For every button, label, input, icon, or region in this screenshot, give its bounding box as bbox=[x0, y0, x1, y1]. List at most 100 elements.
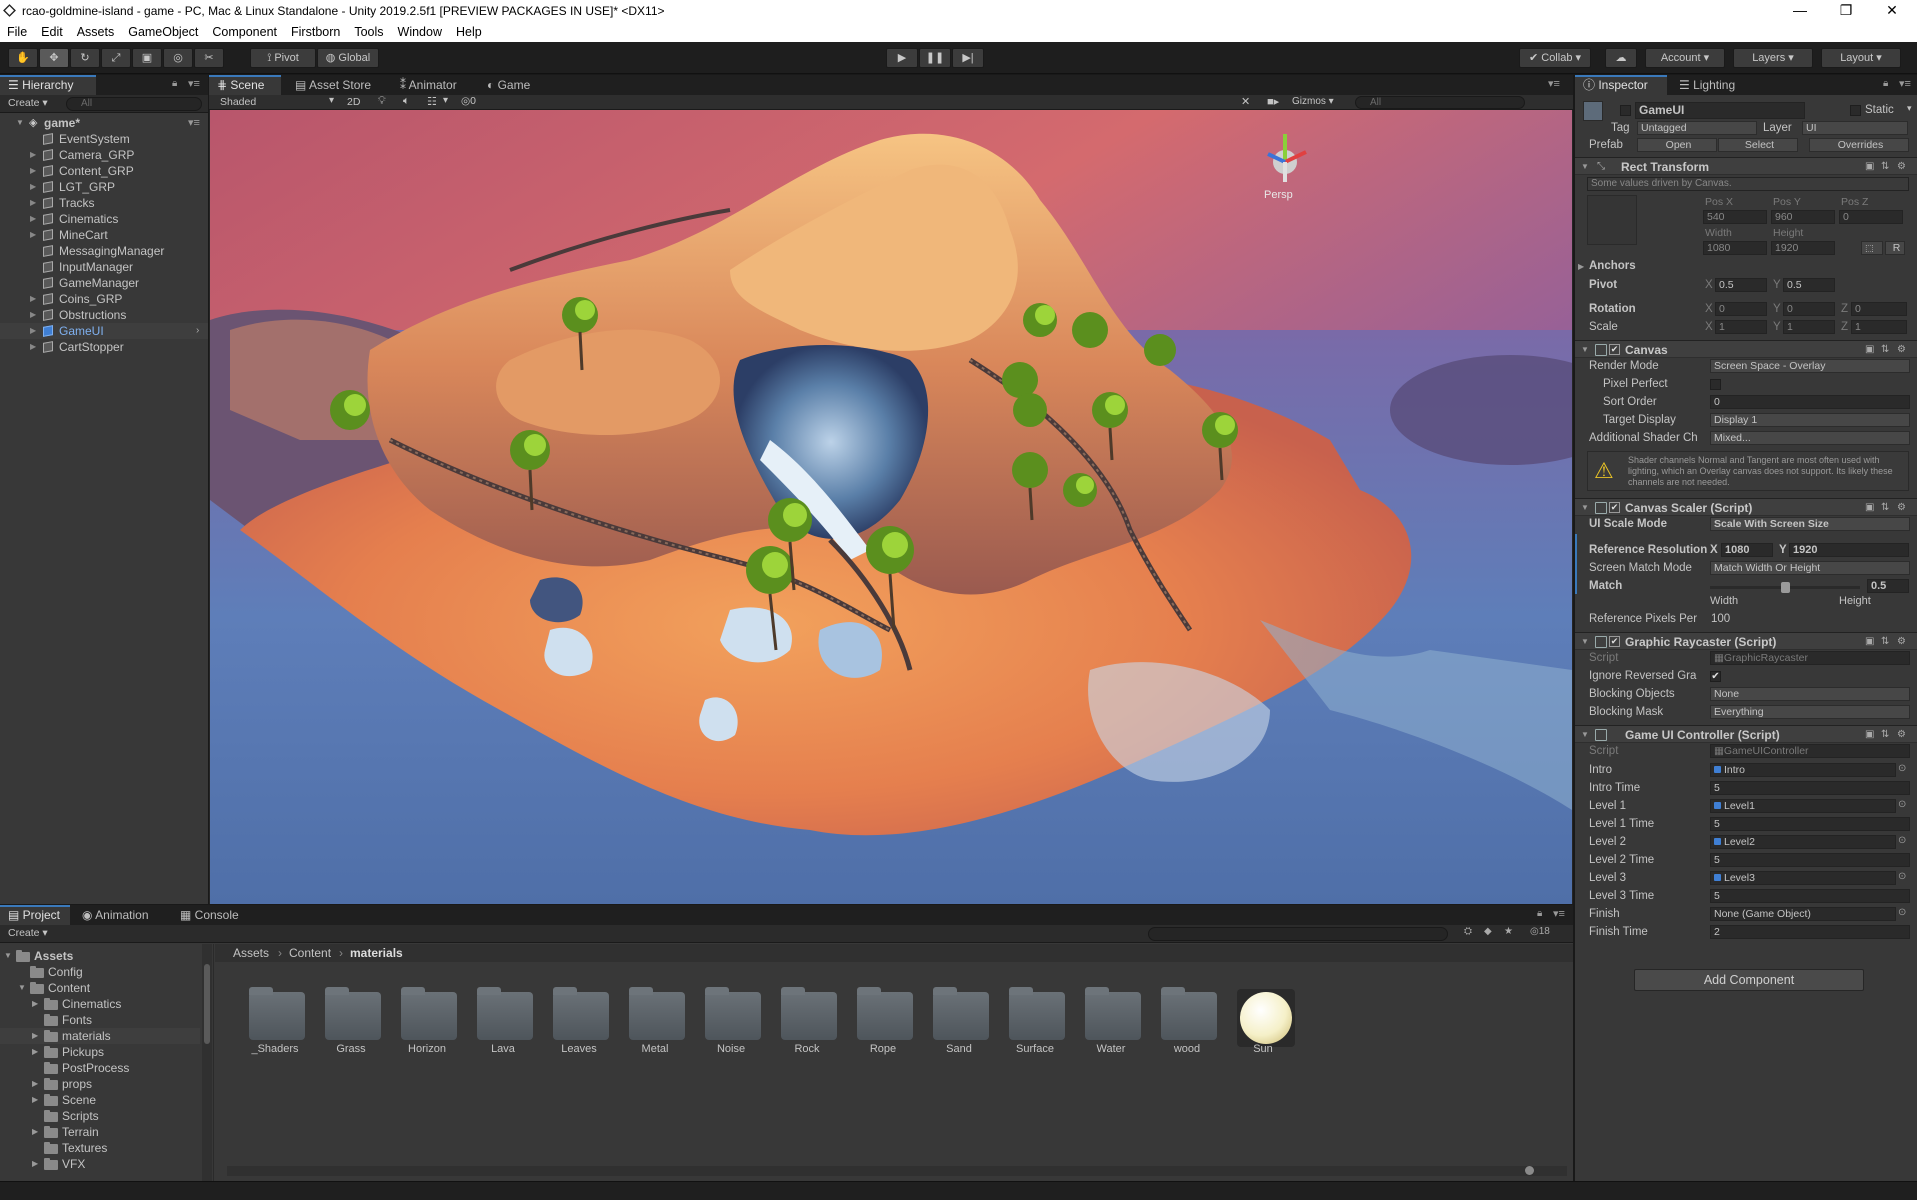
project-tree-item[interactable]: ▶ Cinematics bbox=[0, 996, 200, 1012]
rotation-x-field[interactable]: 0 bbox=[1715, 302, 1767, 316]
settings-gear-icon[interactable]: ⚙ bbox=[1897, 344, 1906, 355]
tab-project[interactable]: ▤ Project bbox=[0, 905, 70, 925]
scene-search-input[interactable]: All bbox=[1355, 96, 1525, 109]
expand-arrow-icon[interactable]: ▼ bbox=[4, 948, 12, 964]
expand-arrow-icon[interactable]: ▶ bbox=[30, 179, 36, 195]
folder-asset[interactable]: Water bbox=[1076, 987, 1146, 1070]
global-toggle[interactable]: ◍ Global bbox=[317, 48, 379, 68]
game-ui-controller-header[interactable]: ▼ Game UI Controller (Script) ▣ ⇅ ⚙ bbox=[1575, 725, 1917, 743]
project-search-input[interactable] bbox=[1148, 927, 1448, 941]
folder-asset[interactable]: Noise bbox=[696, 987, 766, 1070]
scale-y-field[interactable]: 1 bbox=[1783, 320, 1835, 334]
folder-asset[interactable]: Grass bbox=[316, 987, 386, 1070]
expand-arrow-icon[interactable]: ▶ bbox=[32, 1028, 38, 1044]
preset-icon[interactable]: ⇅ bbox=[1881, 502, 1889, 513]
folder-asset[interactable]: Rope bbox=[848, 987, 918, 1070]
scale-z-field[interactable]: 1 bbox=[1851, 320, 1907, 334]
scale-tool-icon[interactable]: ⤢ bbox=[101, 48, 131, 68]
persp-label[interactable]: Persp bbox=[1264, 189, 1293, 201]
width-field[interactable]: 1080 bbox=[1703, 241, 1767, 255]
rect-tool-icon[interactable]: ▣ bbox=[132, 48, 162, 68]
settings-gear-icon[interactable]: ⚙ bbox=[1897, 502, 1906, 513]
favorite-star-icon[interactable]: ★ bbox=[1504, 926, 1513, 937]
tab-animator[interactable]: ⁑ Animator bbox=[392, 75, 465, 95]
prefab-overrides-dropdown[interactable]: Overrides bbox=[1809, 138, 1909, 152]
lock-icon[interactable]: 🔒︎ bbox=[172, 78, 177, 89]
breadcrumb-assets[interactable]: Assets bbox=[233, 946, 269, 960]
settings-gear-icon[interactable]: ⚙ bbox=[1897, 636, 1906, 647]
effects-toggle-icon[interactable]: ☷ bbox=[427, 95, 437, 108]
match-slider-track[interactable] bbox=[1710, 582, 1860, 593]
hierarchy-search-input[interactable]: All bbox=[66, 97, 202, 111]
rotation-z-field[interactable]: 0 bbox=[1851, 302, 1907, 316]
preset-icon[interactable]: ⇅ bbox=[1881, 636, 1889, 647]
target-display-dropdown[interactable]: Display 1 bbox=[1710, 413, 1910, 427]
tag-dropdown[interactable]: Untagged bbox=[1637, 121, 1757, 135]
controller-field-value[interactable]: Level1 bbox=[1710, 799, 1896, 813]
scene-viewport[interactable]: Persp bbox=[210, 110, 1572, 904]
reference-y-field[interactable]: 1920 bbox=[1789, 543, 1909, 557]
project-lock-icon[interactable]: 🔒︎ bbox=[1537, 908, 1542, 919]
expand-arrow-icon[interactable]: ▶ bbox=[30, 227, 36, 243]
hierarchy-item[interactable]: ▶ Obstructions bbox=[0, 307, 208, 323]
expand-arrow-icon[interactable]: ▶ bbox=[30, 195, 36, 211]
blocking-objects-dropdown[interactable]: None bbox=[1710, 687, 1910, 701]
anchor-preset-button[interactable] bbox=[1587, 195, 1637, 245]
gizmos-dropdown[interactable]: Gizmos ▾ bbox=[1292, 96, 1334, 107]
hierarchy-item[interactable]: ▶ Content_GRP bbox=[0, 163, 208, 179]
expand-arrow-icon[interactable]: ▶ bbox=[32, 1076, 38, 1092]
material-asset[interactable]: Sun bbox=[1228, 989, 1298, 1070]
menu-tools[interactable]: Tools bbox=[347, 22, 390, 39]
help-icon[interactable]: ▣ bbox=[1865, 161, 1874, 172]
menu-component[interactable]: Component bbox=[205, 22, 284, 39]
filter-label-icon[interactable]: ◆ bbox=[1484, 926, 1492, 937]
tab-scene[interactable]: ⋕ Scene bbox=[209, 75, 281, 95]
rect-transform-header[interactable]: ▼ ⤡ Rect Transform ▣ ⇅ ⚙ bbox=[1575, 157, 1917, 175]
menu-file[interactable]: File bbox=[0, 22, 34, 39]
pos-z-field[interactable]: 0 bbox=[1839, 210, 1903, 224]
project-tree-item[interactable]: ▶ props bbox=[0, 1076, 200, 1092]
render-mode-dropdown[interactable]: Screen Space - Overlay bbox=[1710, 359, 1910, 373]
controller-field-value[interactable]: Level2 bbox=[1710, 835, 1896, 849]
expand-arrow-icon[interactable]: ▶ bbox=[30, 307, 36, 323]
pause-button[interactable]: ❚❚ bbox=[919, 48, 951, 68]
move-tool-icon[interactable]: ✥ bbox=[39, 48, 69, 68]
object-picker-icon[interactable]: ⊙ bbox=[1898, 763, 1906, 774]
controller-field-value[interactable]: Intro bbox=[1710, 763, 1896, 777]
expand-arrow-icon[interactable]: ▶ bbox=[32, 1092, 38, 1108]
folder-asset[interactable]: Surface bbox=[1000, 987, 1070, 1070]
help-icon[interactable]: ▣ bbox=[1865, 636, 1874, 647]
minimize-icon[interactable]: — bbox=[1777, 0, 1823, 22]
preset-icon[interactable]: ⇅ bbox=[1881, 161, 1889, 172]
hierarchy-item[interactable]: ▶ MineCart bbox=[0, 227, 208, 243]
scene-menu-icon[interactable]: ▾≡ bbox=[188, 115, 200, 131]
static-checkbox[interactable] bbox=[1850, 105, 1861, 116]
tab-console[interactable]: ▦ Console bbox=[172, 905, 247, 925]
reference-x-field[interactable]: 1080 bbox=[1721, 543, 1773, 557]
expand-arrow-icon[interactable]: ▶ bbox=[32, 1156, 38, 1172]
menu-window[interactable]: Window bbox=[391, 22, 449, 39]
pivot-toggle[interactable]: ⟟ Pivot bbox=[250, 48, 316, 68]
object-picker-icon[interactable]: ⊙ bbox=[1898, 799, 1906, 810]
tools-icon[interactable]: ✕ bbox=[1241, 95, 1250, 108]
expand-arrow-icon[interactable]: ▶ bbox=[32, 1044, 38, 1060]
play-button[interactable]: ▶ bbox=[886, 48, 918, 68]
match-slider-thumb[interactable] bbox=[1781, 582, 1790, 593]
menu-gameobject[interactable]: GameObject bbox=[121, 22, 205, 39]
camera-icon[interactable]: ■▸ bbox=[1267, 95, 1279, 108]
project-tree-item[interactable]: ▶ Scene bbox=[0, 1092, 200, 1108]
folder-asset[interactable]: Metal bbox=[620, 987, 690, 1070]
inspector-lock-icon[interactable]: 🔒︎ bbox=[1883, 78, 1888, 89]
inspector-menu-icon[interactable]: ▾≡ bbox=[1899, 77, 1911, 90]
expand-arrow-icon[interactable]: ▶ bbox=[30, 211, 36, 227]
hierarchy-item[interactable]: ▶ LGT_GRP bbox=[0, 179, 208, 195]
scene-panel-menu-icon[interactable]: ▾≡ bbox=[1548, 77, 1560, 90]
expand-arrow-icon[interactable]: ▶ bbox=[32, 1124, 38, 1140]
shading-mode-dropdown[interactable]: Shaded bbox=[220, 96, 256, 108]
breadcrumb-content[interactable]: Content bbox=[289, 946, 331, 960]
filter-type-icon[interactable]: ⛭ bbox=[1464, 926, 1472, 937]
tree-scrollbar[interactable] bbox=[202, 944, 212, 1181]
expand-arrow-icon[interactable]: ▶ bbox=[32, 996, 38, 1012]
breadcrumb-materials[interactable]: materials bbox=[350, 946, 403, 960]
layout-dropdown[interactable]: Layout ▾ bbox=[1821, 48, 1901, 68]
